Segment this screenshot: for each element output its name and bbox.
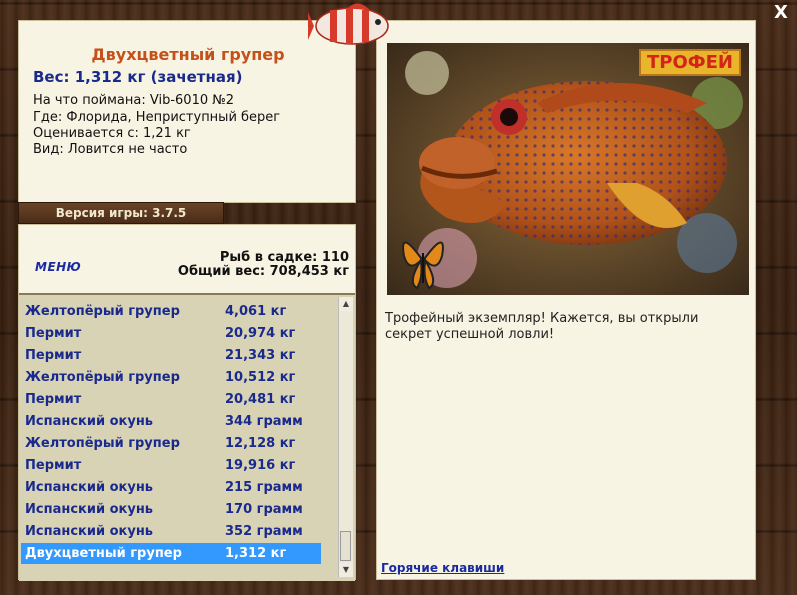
- fish-weight: Вес: 1,312 кг (зачетная): [33, 68, 243, 86]
- trophy-description: Трофейный экземпляр! Кажется, вы открыли…: [385, 311, 699, 342]
- catch-list[interactable]: ▲ ▼ Желтопёрый групер 4,061 кг Пермит 20,97…: [19, 293, 355, 581]
- bait-line: На что поймана: Vib-6010 №2: [33, 93, 235, 108]
- catch-row-weight: 20,481 кг: [225, 392, 296, 407]
- fish-info-panel: Двухцветный групер Вес: 1,312 кг (зачетн…: [18, 20, 356, 203]
- catch-row-name: Испанский окунь: [25, 414, 154, 429]
- catch-row-name: Испанский окунь: [25, 502, 154, 517]
- catch-row[interactable]: Желтопёрый групер 10,512 кг: [21, 367, 321, 388]
- trophy-panel: ТРОФЕЙ Трофейный экземпляр! Кажется, вы …: [376, 20, 756, 580]
- catch-row-weight: 21,343 кг: [225, 348, 296, 363]
- catch-row-name: Пермит: [25, 392, 82, 407]
- catch-row-weight: 215 грамм: [225, 480, 303, 495]
- catch-row[interactable]: Пермит 21,343 кг: [21, 345, 321, 366]
- catch-row-weight: 352 грамм: [225, 524, 303, 539]
- grouper-image: [387, 43, 749, 295]
- catch-row-weight: 10,512 кг: [225, 370, 296, 385]
- catch-row-name: Пермит: [25, 348, 82, 363]
- catch-row[interactable]: Пермит 19,916 кг: [21, 455, 321, 476]
- catch-row-name: Желтопёрый групер: [25, 436, 180, 451]
- fish-logo-icon: [308, 3, 389, 45]
- catch-row-name: Испанский окунь: [25, 524, 154, 539]
- version-label: Версия игры: 3.7.5: [18, 202, 224, 224]
- catch-row[interactable]: Желтопёрый групер 4,061 кг: [21, 301, 321, 322]
- scroll-down-icon[interactable]: ▼: [339, 563, 353, 577]
- catch-row-weight: 12,128 кг: [225, 436, 296, 451]
- catch-row[interactable]: Желтопёрый групер 12,128 кг: [21, 433, 321, 454]
- total-weight: Общий вес: 708,453 кг: [177, 264, 349, 279]
- catch-row-name: Испанский окунь: [25, 480, 154, 495]
- catch-row[interactable]: Испанский окунь 344 грамм: [21, 411, 321, 432]
- catch-row-name: Двухцветный групер: [25, 546, 182, 561]
- fish-title: Двухцветный групер: [91, 45, 285, 64]
- catch-row-name: Желтопёрый групер: [25, 304, 180, 319]
- catch-row[interactable]: Испанский окунь 215 грамм: [21, 477, 321, 498]
- scroll-thumb[interactable]: [340, 531, 351, 561]
- fish-photo: ТРОФЕЙ: [387, 43, 749, 295]
- keepnet-panel: МЕНЮ Рыб в садке: 110 Общий вес: 708,453…: [18, 224, 356, 581]
- threshold-line: Оценивается с: 1,21 кг: [33, 126, 191, 141]
- catch-row[interactable]: Пермит 20,481 кг: [21, 389, 321, 410]
- catch-row-name: Пермит: [25, 458, 82, 473]
- catch-row-name: Пермит: [25, 326, 82, 341]
- fish-count: Рыб в садке: 110: [219, 250, 349, 265]
- catch-row-weight: 4,061 кг: [225, 304, 287, 319]
- location-line: Где: Флорида, Неприступный берег: [33, 110, 281, 125]
- catch-row[interactable]: Испанский окунь 170 грамм: [21, 499, 321, 520]
- catch-row[interactable]: Пермит 20,974 кг: [21, 323, 321, 344]
- catch-row-name: Желтопёрый групер: [25, 370, 180, 385]
- scroll-up-icon[interactable]: ▲: [339, 297, 353, 311]
- catch-row-weight: 170 грамм: [225, 502, 303, 517]
- list-scrollbar[interactable]: ▲ ▼: [338, 297, 353, 577]
- rarity-line: Вид: Ловится не часто: [33, 142, 188, 157]
- catch-row-weight: 20,974 кг: [225, 326, 296, 341]
- catch-row[interactable]: Испанский окунь 352 грамм: [21, 521, 321, 542]
- catch-row-weight: 19,916 кг: [225, 458, 296, 473]
- hotkeys-link[interactable]: Горячие клавиши: [381, 561, 504, 575]
- catch-row-weight: 344 грамм: [225, 414, 303, 429]
- catch-row[interactable]: Двухцветный групер 1,312 кг: [21, 543, 321, 564]
- close-icon[interactable]: X: [771, 3, 791, 23]
- menu-button[interactable]: МЕНЮ: [35, 260, 81, 274]
- catch-row-weight: 1,312 кг: [225, 546, 287, 561]
- trophy-badge: ТРОФЕЙ: [639, 49, 741, 76]
